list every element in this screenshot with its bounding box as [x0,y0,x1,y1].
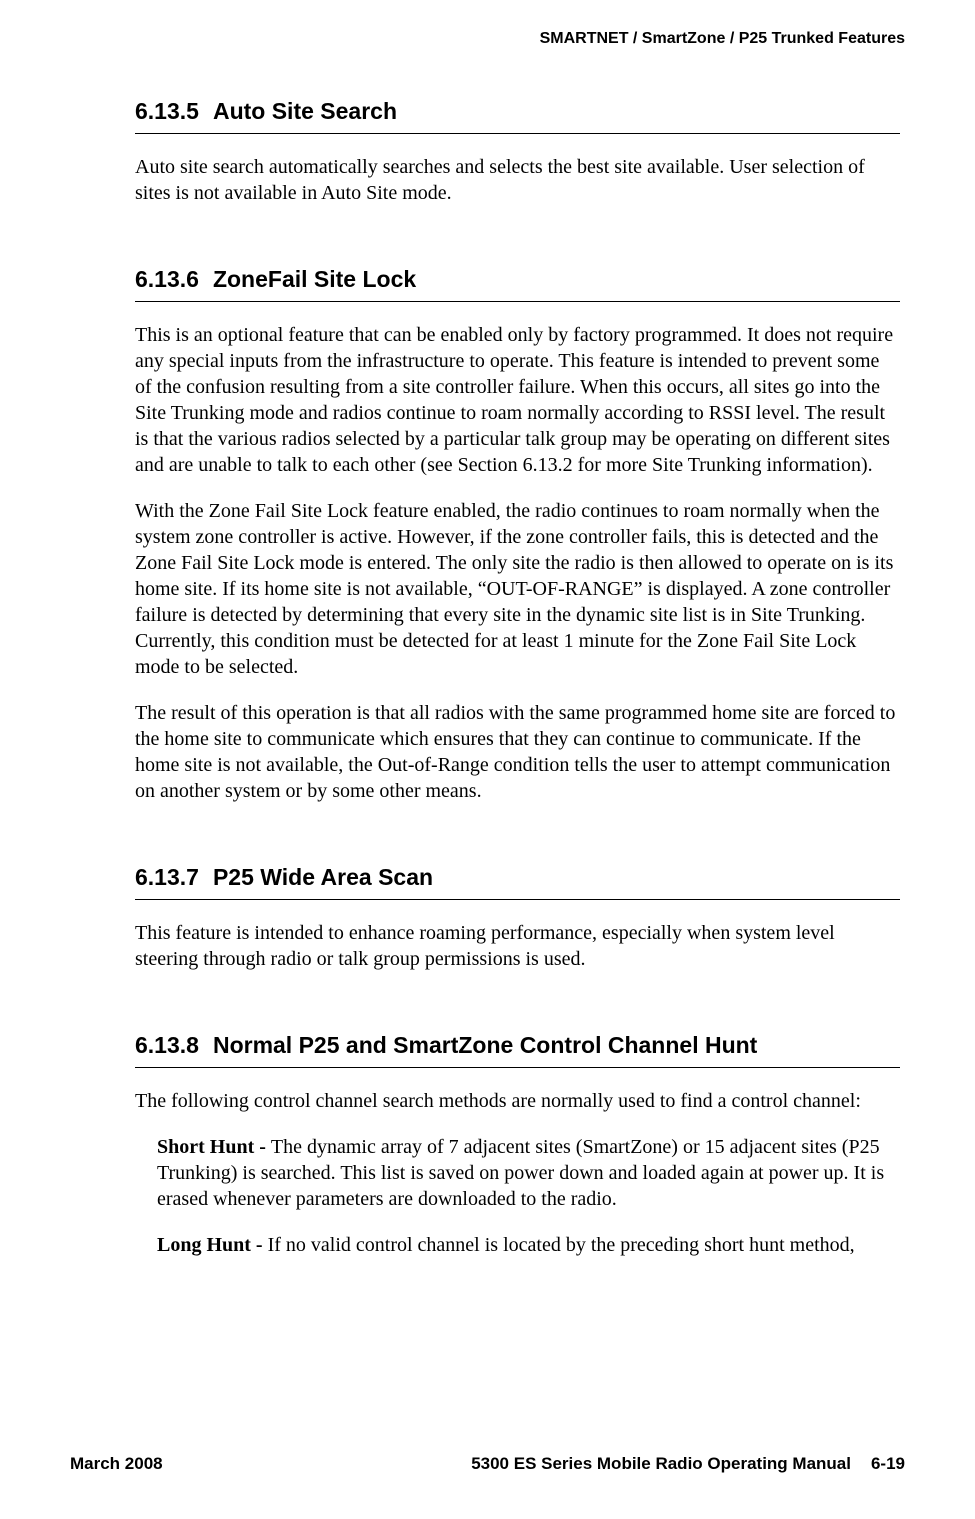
long-hunt-paragraph: Long Hunt - If no valid control channel … [157,1232,900,1258]
page-footer: March 2008 5300 ES Series Mobile Radio O… [70,1454,905,1474]
body-paragraph: The result of this operation is that all… [135,700,900,804]
footer-right: 5300 ES Series Mobile Radio Operating Ma… [471,1454,905,1474]
body-paragraph: This is an optional feature that can be … [135,322,900,478]
section-title: Normal P25 and SmartZone Control Channel… [213,1032,757,1059]
section-heading: 6.13.8 Normal P25 and SmartZone Control … [135,1032,900,1059]
short-hunt-paragraph: Short Hunt - The dynamic array of 7 adja… [157,1134,900,1212]
section-title: Auto Site Search [213,98,397,125]
section-divider [135,899,900,900]
section-number: 6.13.7 [135,864,199,891]
section-6-13-8: 6.13.8 Normal P25 and SmartZone Control … [135,1032,900,1258]
section-number: 6.13.8 [135,1032,199,1059]
section-6-13-7: 6.13.7 P25 Wide Area Scan This feature i… [135,864,900,972]
body-paragraph: Auto site search automatically searches … [135,154,900,206]
section-6-13-6: 6.13.6 ZoneFail Site Lock This is an opt… [135,266,900,804]
body-paragraph: With the Zone Fail Site Lock feature ena… [135,498,900,680]
section-divider [135,1067,900,1068]
page-header: SMARTNET / SmartZone / P25 Trunked Featu… [70,30,905,48]
body-paragraph: The following control channel search met… [135,1088,900,1114]
long-hunt-label: Long Hunt - [157,1234,268,1256]
section-divider [135,301,900,302]
long-hunt-text: If no valid control channel is located b… [268,1234,855,1256]
body-paragraph: This feature is intended to enhance roam… [135,920,900,972]
section-divider [135,133,900,134]
section-heading: 6.13.5 Auto Site Search [135,98,900,125]
section-title: P25 Wide Area Scan [213,864,433,891]
page-content: 6.13.5 Auto Site Search Auto site search… [135,98,900,1258]
section-heading: 6.13.7 P25 Wide Area Scan [135,864,900,891]
section-number: 6.13.5 [135,98,199,125]
section-heading: 6.13.6 ZoneFail Site Lock [135,266,900,293]
section-number: 6.13.6 [135,266,199,293]
footer-manual-title: 5300 ES Series Mobile Radio Operating Ma… [471,1454,851,1474]
short-hunt-label: Short Hunt - [157,1136,271,1158]
footer-page-number: 6-19 [871,1454,905,1474]
section-title: ZoneFail Site Lock [213,266,416,293]
footer-date: March 2008 [70,1454,163,1474]
section-6-13-5: 6.13.5 Auto Site Search Auto site search… [135,98,900,206]
